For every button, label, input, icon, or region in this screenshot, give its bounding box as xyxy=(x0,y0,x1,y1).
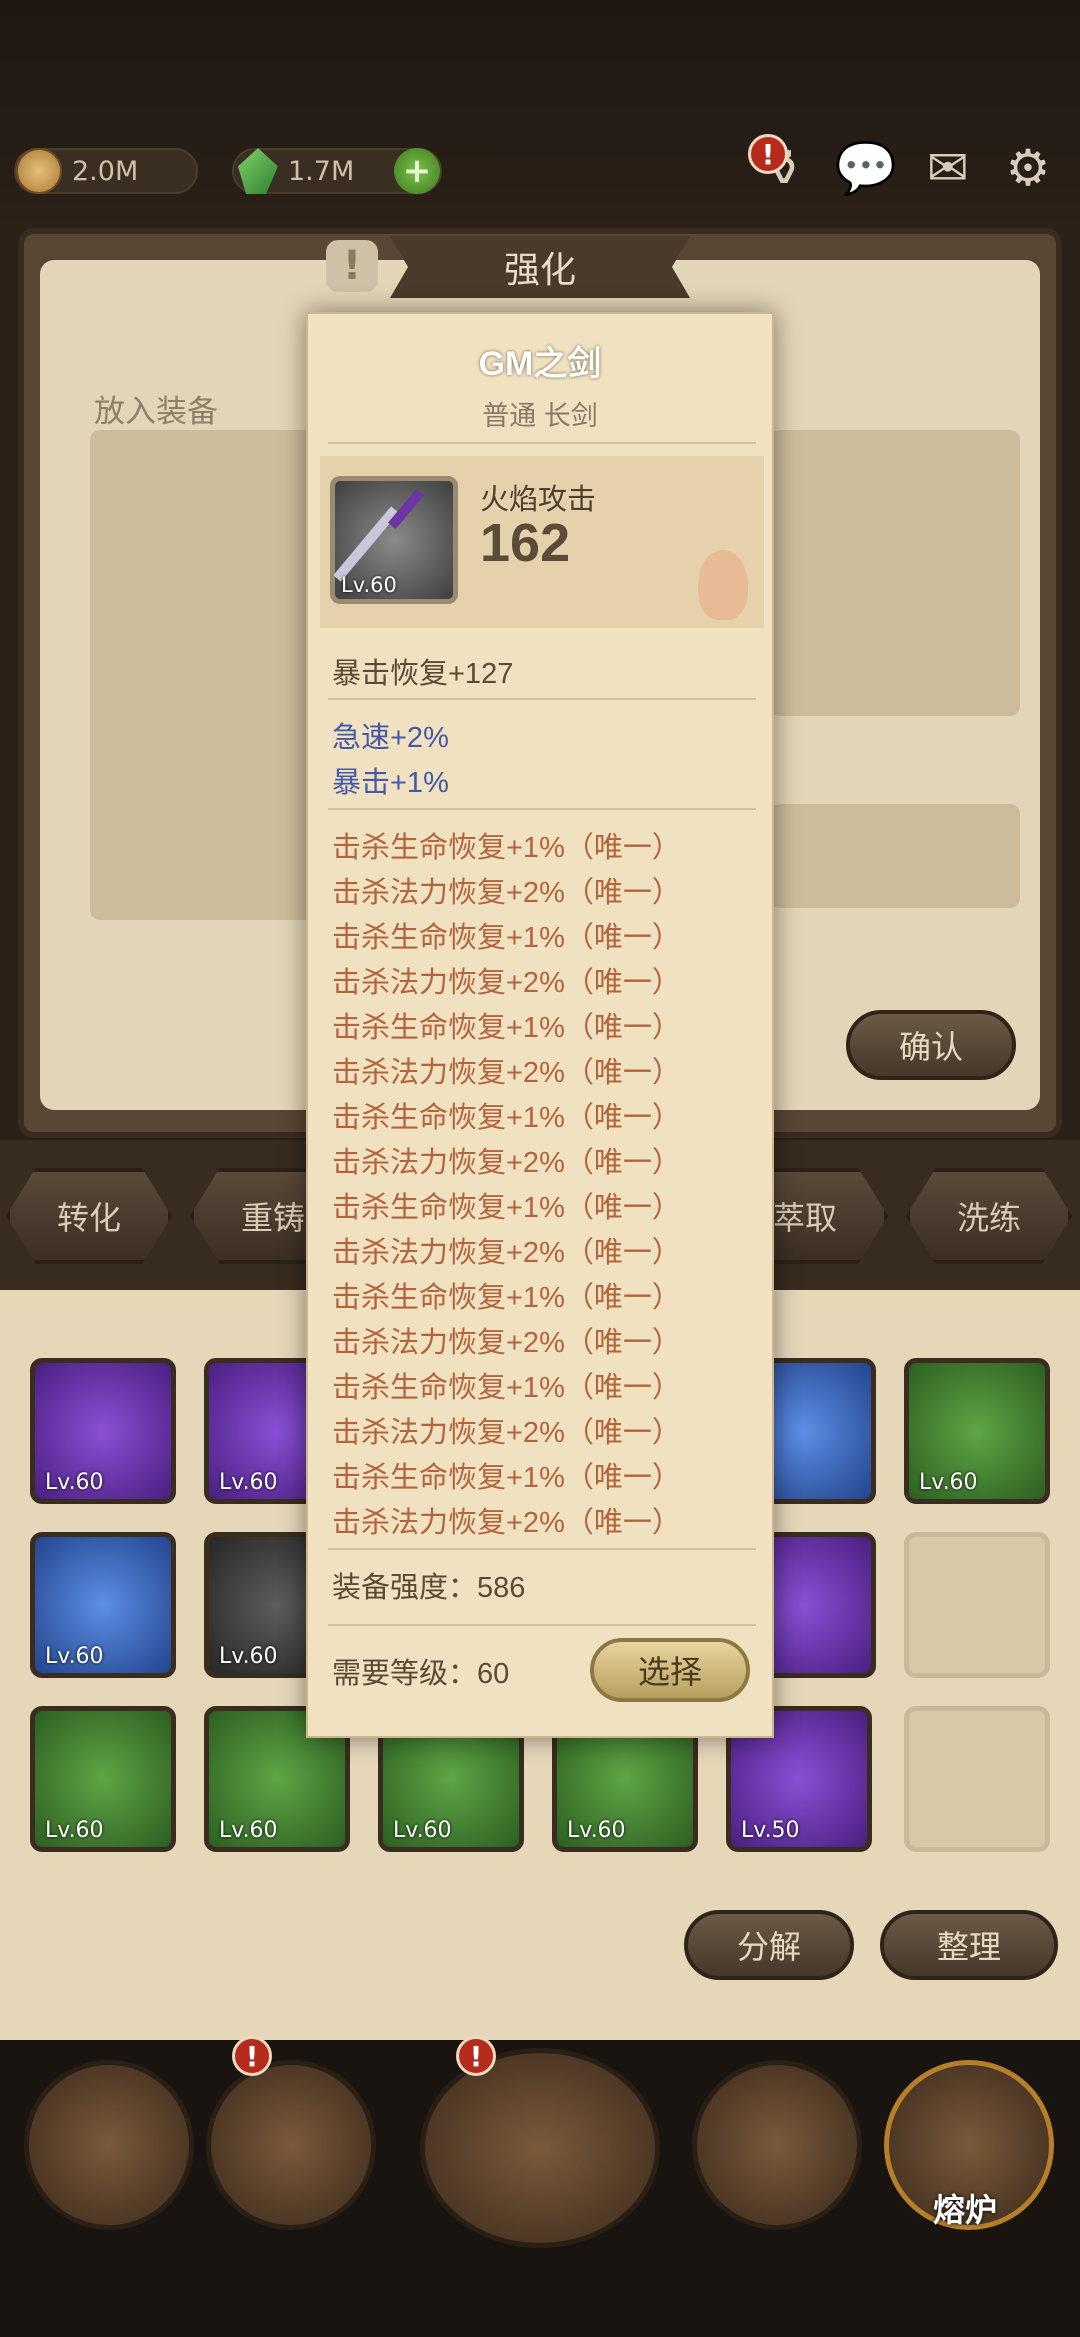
item-level: Lv.50 xyxy=(741,1818,800,1843)
coin-icon xyxy=(16,148,62,194)
unique-stat-line: 击杀生命恢复+1%（唯一） xyxy=(332,922,681,954)
gem-value: 1.7M xyxy=(288,155,355,187)
panel-title: 强化 xyxy=(390,236,690,298)
mail-icon[interactable]: ✉ xyxy=(918,138,978,198)
bonus-stat: 暴击+1% xyxy=(332,767,449,799)
sword-icon xyxy=(333,506,399,582)
bonus-stat: 急速+2% xyxy=(332,722,449,754)
inventory-empty-slot[interactable] xyxy=(904,1706,1050,1852)
item-level: Lv.60 xyxy=(341,573,397,597)
item-level: Lv.60 xyxy=(567,1818,626,1843)
item-level: Lv.60 xyxy=(393,1818,452,1843)
material-slot xyxy=(770,804,1020,908)
item-name: GM之剑 xyxy=(478,345,602,383)
unique-stat-line: 击杀法力恢复+2%（唯一） xyxy=(332,1057,681,1089)
gold-value: 2.0M xyxy=(72,155,139,187)
item-level: Lv.60 xyxy=(219,1818,278,1843)
unique-stat-line: 击杀生命恢复+1%（唯一） xyxy=(332,1462,681,1494)
unique-stat-line: 击杀法力恢复+2%（唯一） xyxy=(332,1507,681,1539)
decompose-button[interactable]: 分解 xyxy=(684,1910,854,1980)
nav-tavern-icon[interactable] xyxy=(206,2060,376,2230)
tab-refine[interactable]: 洗练 xyxy=(906,1168,1072,1264)
sort-button[interactable]: 整理 xyxy=(880,1910,1058,1980)
item-level: Lv.60 xyxy=(45,1818,104,1843)
gem-counter: 1.7M + xyxy=(232,148,442,194)
alert-badge: ! xyxy=(232,2036,272,2076)
confirm-button[interactable]: 确认 xyxy=(846,1010,1016,1080)
put-equipment-label: 放入装备 xyxy=(94,394,218,430)
nav-forge-label: 熔炉 xyxy=(933,2191,998,2229)
nav-forge-icon[interactable]: 熔炉 xyxy=(884,2060,1054,2230)
gem-icon xyxy=(238,148,278,194)
unique-stat-line: 击杀生命恢复+1%（唯一） xyxy=(332,1192,681,1224)
main-stat-value: 162 xyxy=(480,513,571,573)
unique-stat-line: 击杀法力恢复+2%（唯一） xyxy=(332,1327,681,1359)
inventory-empty-slot[interactable] xyxy=(904,1532,1050,1678)
required-level: 需要等级：60 xyxy=(332,1658,510,1690)
settings-gear-icon[interactable]: ⚙ xyxy=(998,138,1058,198)
info-button[interactable]: ! xyxy=(326,240,378,292)
select-button[interactable]: 选择 xyxy=(590,1638,750,1702)
tab-convert[interactable]: 转化 xyxy=(6,1168,172,1264)
unique-stat-line: 击杀法力恢复+2%（唯一） xyxy=(332,967,681,999)
item-level: Lv.60 xyxy=(45,1470,104,1495)
inventory-item-sword[interactable]: Lv.60 xyxy=(904,1358,1050,1504)
item-tooltip: GM之剑 普通 长剑 Lv.60 火焰攻击 162 暴击恢复+127 急速+2%… xyxy=(306,312,774,1738)
unique-stat-line: 击杀生命恢复+1%（唯一） xyxy=(332,1372,681,1404)
gold-counter: 2.0M xyxy=(14,148,198,194)
unique-stat-line: 击杀法力恢复+2%（唯一） xyxy=(332,1147,681,1179)
item-level: Lv.60 xyxy=(919,1470,978,1495)
item-icon: Lv.60 xyxy=(330,476,458,604)
result-slot xyxy=(770,430,1020,716)
inventory-item-helmet[interactable]: Lv.60 xyxy=(30,1358,176,1504)
unique-stat-line: 击杀法力恢复+2%（唯一） xyxy=(332,1237,681,1269)
unique-stat-line: 击杀法力恢复+2%（唯一） xyxy=(332,877,681,909)
chat-icon[interactable]: 💬 xyxy=(835,138,897,198)
inventory-item-knight-helm[interactable]: Lv.60 xyxy=(30,1532,176,1678)
nav-house-icon[interactable] xyxy=(24,2060,194,2230)
equipment-strength: 装备强度：586 xyxy=(332,1572,526,1604)
unique-stat-line: 击杀生命恢复+1%（唯一） xyxy=(332,1012,681,1044)
item-level: Lv.60 xyxy=(45,1644,104,1669)
unique-stat-line: 击杀生命恢复+1%（唯一） xyxy=(332,1102,681,1134)
unique-stat-line: 击杀生命恢复+1%（唯一） xyxy=(332,832,681,864)
item-level: Lv.60 xyxy=(219,1470,278,1495)
add-gems-button[interactable]: + xyxy=(394,148,440,194)
nav-shop-icon[interactable] xyxy=(692,2060,862,2230)
nav-adventure-icon[interactable] xyxy=(420,2048,660,2248)
alert-badge: ! xyxy=(456,2036,496,2076)
unique-stat-line: 击杀生命恢复+1%（唯一） xyxy=(332,1282,681,1314)
unique-stat-line: 击杀法力恢复+2%（唯一） xyxy=(332,1417,681,1449)
alert-badge: ! xyxy=(748,134,788,174)
base-stat: 暴击恢复+127 xyxy=(332,658,514,690)
item-level: Lv.60 xyxy=(219,1644,278,1669)
inventory-item-shield[interactable]: Lv.60 xyxy=(30,1706,176,1852)
fire-icon xyxy=(698,550,748,620)
item-subtitle: 普通 长剑 xyxy=(482,401,598,431)
